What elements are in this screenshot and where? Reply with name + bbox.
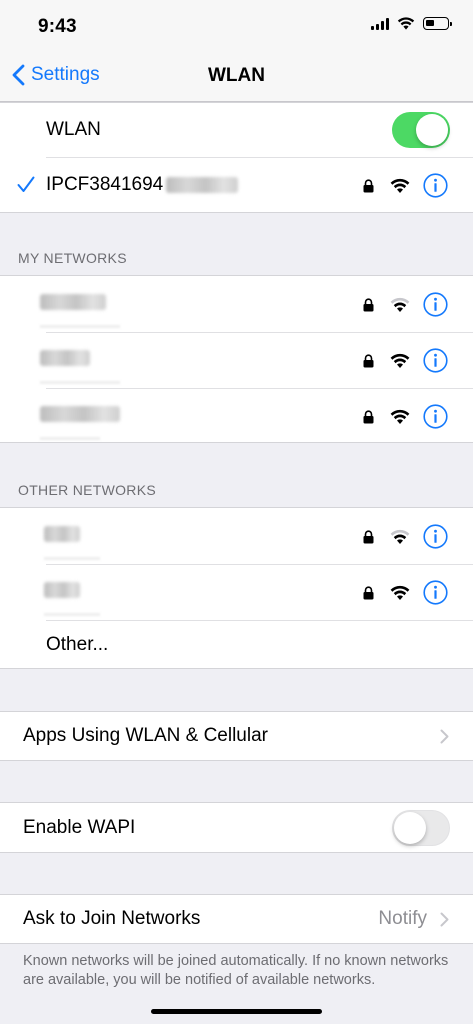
network-row[interactable] bbox=[0, 332, 473, 388]
info-icon[interactable] bbox=[423, 292, 448, 317]
enable-wapi-label: Enable WAPI bbox=[23, 816, 136, 838]
status-time: 9:43 bbox=[38, 16, 77, 37]
network-row[interactable] bbox=[0, 508, 473, 564]
network-status-icons bbox=[363, 173, 448, 198]
network-status-icons bbox=[363, 580, 448, 605]
other-network-row[interactable]: Other... bbox=[0, 620, 473, 669]
redacted-text bbox=[40, 294, 106, 310]
my-networks-header: MY NETWORKS bbox=[18, 250, 127, 266]
network-name bbox=[40, 350, 120, 384]
network-status-icons bbox=[363, 292, 448, 317]
status-icons bbox=[371, 17, 452, 30]
lock-icon bbox=[363, 529, 374, 543]
divider bbox=[46, 157, 473, 158]
info-icon[interactable] bbox=[423, 580, 448, 605]
wlan-group: WLAN IPCF3841694 bbox=[0, 102, 473, 213]
wlan-toggle-row: WLAN bbox=[0, 103, 473, 157]
divider bbox=[46, 620, 473, 621]
network-status-icons bbox=[363, 404, 448, 429]
ask-to-join-group: Ask to Join Networks Notify bbox=[0, 894, 473, 944]
status-bar: 9:43 bbox=[0, 0, 473, 50]
apps-using-row[interactable]: Apps Using WLAN & Cellular bbox=[0, 712, 473, 760]
redacted-text bbox=[40, 381, 120, 384]
enable-wapi-toggle[interactable] bbox=[392, 810, 450, 846]
divider bbox=[46, 564, 473, 565]
other-networks-header: OTHER NETWORKS bbox=[18, 482, 156, 498]
wifi-signal-icon bbox=[390, 297, 410, 312]
other-networks-group: Other... bbox=[0, 507, 473, 669]
redacted-text bbox=[40, 437, 100, 440]
wapi-group: Enable WAPI bbox=[0, 802, 473, 853]
navigation-bar: Settings WLAN bbox=[0, 50, 473, 102]
lock-icon bbox=[363, 585, 374, 599]
redacted-text bbox=[40, 406, 120, 422]
chevron-right-icon bbox=[440, 729, 449, 744]
wlan-label: WLAN bbox=[46, 119, 101, 140]
page-title: WLAN bbox=[208, 65, 265, 86]
ask-to-join-value: Notify bbox=[378, 908, 427, 929]
network-name bbox=[44, 526, 100, 560]
info-icon[interactable] bbox=[423, 173, 448, 198]
enable-wapi-row: Enable WAPI bbox=[0, 803, 473, 852]
network-status-icons bbox=[363, 348, 448, 373]
wifi-signal-icon bbox=[390, 409, 410, 424]
ask-to-join-footer: Known networks will be joined automatica… bbox=[23, 953, 449, 988]
apps-using-group: Apps Using WLAN & Cellular bbox=[0, 711, 473, 761]
wifi-signal-icon bbox=[390, 585, 410, 600]
network-name bbox=[40, 406, 120, 440]
lock-icon bbox=[363, 178, 374, 192]
my-networks-group bbox=[0, 275, 473, 443]
chevron-right-icon bbox=[440, 912, 449, 927]
info-icon[interactable] bbox=[423, 348, 448, 373]
ask-to-join-label: Ask to Join Networks bbox=[23, 908, 201, 929]
network-row[interactable] bbox=[0, 564, 473, 620]
network-status-icons bbox=[363, 524, 448, 549]
network-name bbox=[40, 294, 120, 328]
lock-icon bbox=[363, 297, 374, 311]
redacted-text bbox=[44, 582, 80, 598]
divider bbox=[46, 332, 473, 333]
redacted-text bbox=[44, 613, 100, 616]
wifi-signal-icon bbox=[390, 353, 410, 368]
apps-using-label: Apps Using WLAN & Cellular bbox=[23, 725, 268, 746]
redacted-text bbox=[40, 350, 90, 366]
network-row[interactable] bbox=[0, 388, 473, 444]
toggle-knob bbox=[416, 114, 448, 146]
connected-network-name: IPCF3841694 bbox=[46, 174, 239, 196]
toggle-knob bbox=[394, 812, 426, 844]
wifi-status-icon bbox=[397, 17, 415, 30]
ask-to-join-row[interactable]: Ask to Join Networks Notify bbox=[0, 895, 473, 943]
connected-network-name-text: IPCF3841694 bbox=[46, 174, 164, 195]
redacted-text bbox=[40, 325, 120, 328]
divider bbox=[46, 388, 473, 389]
wifi-signal-icon bbox=[390, 178, 410, 193]
other-network-label: Other... bbox=[46, 633, 109, 655]
info-icon[interactable] bbox=[423, 524, 448, 549]
network-name bbox=[44, 582, 100, 616]
cellular-signal-icon bbox=[371, 17, 389, 30]
redacted-text bbox=[166, 177, 239, 193]
network-row[interactable] bbox=[0, 276, 473, 332]
redacted-text bbox=[44, 526, 80, 542]
info-icon[interactable] bbox=[423, 404, 448, 429]
wlan-toggle[interactable] bbox=[392, 112, 450, 148]
connected-network-row[interactable]: IPCF3841694 bbox=[0, 157, 473, 213]
lock-icon bbox=[363, 409, 374, 423]
lock-icon bbox=[363, 353, 374, 367]
checkmark-icon bbox=[17, 176, 35, 192]
battery-icon bbox=[423, 17, 452, 30]
wifi-signal-icon bbox=[390, 529, 410, 544]
home-indicator[interactable] bbox=[151, 1009, 322, 1014]
redacted-text bbox=[44, 557, 100, 560]
